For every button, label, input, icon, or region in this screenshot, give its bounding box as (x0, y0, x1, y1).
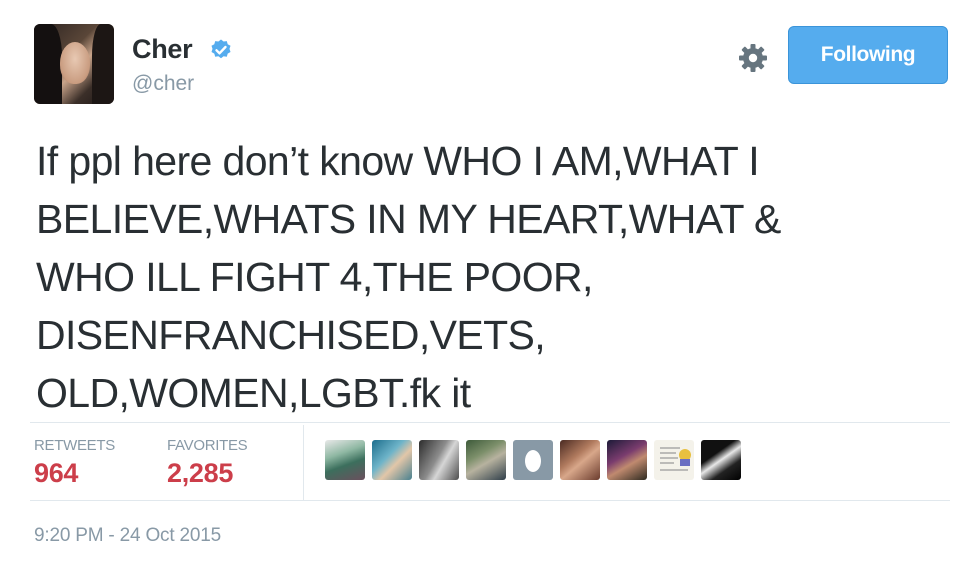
user-avatar-1-icon[interactable] (325, 440, 365, 480)
stats-divider-bottom (30, 500, 950, 501)
display-name[interactable]: Cher (132, 34, 193, 65)
avatar-hair-left (34, 24, 62, 104)
retweets-stat[interactable]: RETWEETS 964 (34, 437, 115, 489)
avatar-hair-right (92, 24, 114, 104)
stats-divider-vertical (303, 425, 304, 500)
favorites-stat[interactable]: FAVORITES 2,285 (167, 437, 248, 489)
user-avatar-5-default-egg-icon[interactable] (513, 440, 553, 480)
stats-divider-top (30, 422, 950, 423)
retweets-count: 964 (34, 458, 79, 488)
user-avatar-8-icon[interactable] (654, 440, 694, 480)
avatar-face (60, 42, 90, 84)
user-handle[interactable]: @cher (132, 72, 194, 96)
user-avatar-4-icon[interactable] (466, 440, 506, 480)
favorites-label: FAVORITES (167, 437, 248, 454)
tweet-text-line: DISENFRANCHISED,VETS, (36, 312, 546, 358)
egg-icon (525, 450, 541, 472)
favorites-count: 2,285 (167, 458, 234, 488)
profile-avatar[interactable] (34, 24, 114, 104)
tweet-text: If ppl here don’t know WHO I AM,WHAT I B… (36, 132, 936, 422)
user-avatar-7-icon[interactable] (607, 440, 647, 480)
tweet-text-line: BELIEVE,WHATS IN MY HEART,WHAT & (36, 196, 781, 242)
user-avatar-6-icon[interactable] (560, 440, 600, 480)
user-avatar-9-icon[interactable] (701, 440, 741, 480)
tweet-card: Cher @cher Following If ppl here don’t k… (0, 0, 980, 563)
tweet-text-line: OLD,WOMEN,LGBT.fk it (36, 370, 471, 416)
tweet-text-line: If ppl here don’t know WHO I AM,WHAT I (36, 138, 760, 184)
gear-icon[interactable] (737, 42, 769, 74)
following-button[interactable]: Following (788, 26, 948, 84)
retweets-label: RETWEETS (34, 437, 115, 454)
verified-badge-icon (211, 39, 231, 59)
tweet-timestamp[interactable]: 9:20 PM - 24 Oct 2015 (34, 525, 221, 547)
tweet-text-line: WHO ILL FIGHT 4,THE POOR, (36, 254, 593, 300)
user-avatar-3-icon[interactable] (419, 440, 459, 480)
text-image-icon (660, 447, 691, 471)
user-avatar-2-icon[interactable] (372, 440, 412, 480)
